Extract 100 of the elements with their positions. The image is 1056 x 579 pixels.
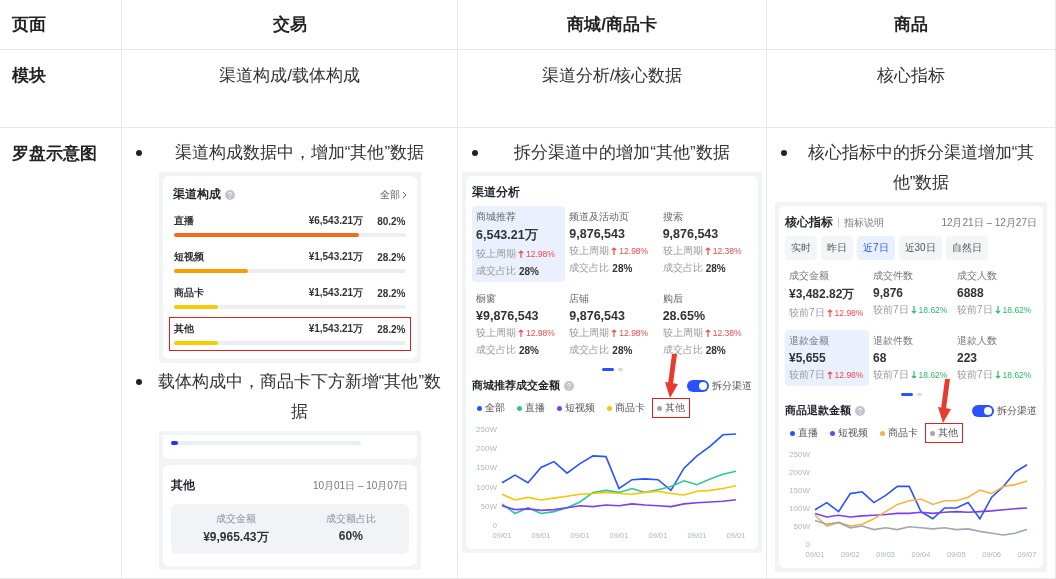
share-value: 28% bbox=[705, 262, 726, 274]
table-cell-text: 渠道分析/核心数据 bbox=[541, 65, 683, 87]
legend-item[interactable]: 直播 bbox=[512, 398, 550, 418]
legend-item[interactable]: 全部 bbox=[472, 398, 510, 418]
card-title: 渠道分析 bbox=[472, 184, 521, 201]
channel-share: 80.2% bbox=[377, 215, 406, 227]
card-title: 渠道构成 bbox=[172, 186, 221, 203]
metric-help-link[interactable]: 指标说明 bbox=[844, 215, 884, 230]
chart-title: 商品退款金额 bbox=[785, 403, 851, 418]
metric-tile[interactable]: 退款金额 ¥5,655 较前7日 12.98% bbox=[785, 330, 869, 386]
legend-item[interactable]: 商品卡 bbox=[602, 398, 650, 418]
metric-tile[interactable]: 退款人数 223 较前7日 18.62% bbox=[953, 330, 1037, 386]
compare-label: 较上周期 bbox=[569, 244, 610, 258]
channel-name: 商品卡 bbox=[173, 286, 204, 300]
change-value: 12.38% bbox=[712, 328, 742, 338]
channel-share: 28.2% bbox=[377, 287, 406, 299]
change-value: 18.62% bbox=[1002, 370, 1032, 380]
page-indicator[interactable] bbox=[601, 368, 614, 371]
compare-label: 较前7日 bbox=[957, 303, 993, 317]
toggle-switch[interactable] bbox=[687, 379, 709, 392]
channel-amount: ¥1,543.21万 bbox=[308, 286, 364, 300]
card-title: 核心指标 bbox=[785, 214, 833, 231]
compare-label: 较前7日 bbox=[873, 303, 909, 317]
legend-item[interactable]: 短视频 bbox=[552, 398, 600, 418]
change-value: 12.38% bbox=[712, 246, 742, 256]
legend-item[interactable]: 商品卡 bbox=[875, 423, 923, 443]
axis-label: 50W bbox=[480, 501, 497, 511]
annotation-arrow bbox=[663, 354, 681, 398]
legend-item[interactable]: 短视频 bbox=[825, 423, 873, 443]
tile-value: ¥3,482.82万 bbox=[789, 286, 856, 303]
metric-tile[interactable]: 频道及活动页 9,876,543 较上周期 12.98% 成交占比 28% bbox=[565, 206, 659, 282]
tile-value: 6888 bbox=[957, 286, 985, 300]
axis-label: 100W bbox=[789, 504, 810, 513]
share-label: 成交占比 bbox=[662, 261, 703, 275]
column-header: 商城/商品卡 bbox=[567, 14, 657, 36]
tile-value: 68 bbox=[873, 351, 888, 365]
bullet-text: 核心指标中的拆分渠道增加“其他”数据 bbox=[806, 142, 1036, 194]
metric-value: 60% bbox=[338, 529, 363, 543]
metric-value: ¥9,965.43万 bbox=[203, 529, 269, 546]
legend-item[interactable]: 其他 bbox=[925, 423, 963, 443]
change-value: 18.62% bbox=[918, 370, 948, 380]
help-icon[interactable] bbox=[855, 405, 865, 416]
metric-tile[interactable]: 店铺 9,876,543 较上周期 12.98% 成交占比 28% bbox=[565, 288, 659, 361]
bullet-text: 载体构成中，商品卡下方新增“其他”数据 bbox=[156, 371, 443, 423]
metric-tile[interactable]: 成交件数 9,876 较前7日 18.62% bbox=[869, 265, 953, 324]
page-indicator[interactable] bbox=[900, 393, 913, 396]
period-tab[interactable]: 昨日 bbox=[821, 236, 853, 260]
metric-tile[interactable]: 橱窗 ¥9,876,543 较上周期 12.98% 成交占比 28% bbox=[472, 288, 566, 361]
change-value: 12.98% bbox=[834, 370, 864, 380]
toggle-label: 拆分渠道 bbox=[712, 378, 752, 393]
metric-tile[interactable]: 搜索 9,876,543 较上周期 12.38% 成交占比 28% bbox=[658, 206, 752, 282]
metric-tile[interactable]: 成交金额 ¥3,482.82万 较前7日 12.98% bbox=[785, 265, 869, 324]
share-value: 28% bbox=[705, 344, 726, 356]
period-tab[interactable]: 近7日 bbox=[857, 236, 895, 260]
card-title: 其他 bbox=[170, 477, 195, 494]
change-value: 12.98% bbox=[619, 328, 649, 338]
bullet-text: 拆分渠道中的增加“其他”数据 bbox=[513, 142, 731, 164]
channel-share: 28.2% bbox=[377, 251, 406, 263]
axis-label: 250W bbox=[789, 450, 810, 459]
share-label: 成交占比 bbox=[569, 261, 610, 275]
tile-value: ¥5,655 bbox=[789, 351, 827, 365]
metric-tile[interactable]: 成交人数 6888 较前7日 18.62% bbox=[953, 265, 1037, 324]
help-icon[interactable] bbox=[564, 380, 574, 391]
period-tab[interactable]: 近30日 bbox=[898, 236, 942, 260]
tile-name: 退款金额 bbox=[789, 334, 830, 348]
annotation-arrow bbox=[936, 379, 954, 423]
toggle-switch[interactable] bbox=[972, 404, 994, 417]
change-value: 18.62% bbox=[1002, 305, 1032, 315]
tile-name: 购后 bbox=[662, 292, 684, 306]
share-label: 成交占比 bbox=[476, 343, 516, 357]
bullet-icon bbox=[472, 150, 478, 156]
period-tab[interactable]: 实时 bbox=[785, 236, 817, 260]
table-cell-text: 渠道构成/载体构成 bbox=[219, 65, 360, 87]
compare-label: 较前7日 bbox=[789, 368, 825, 382]
change-value: 12.98% bbox=[619, 246, 649, 256]
share-label: 成交占比 bbox=[569, 343, 610, 357]
view-all-link[interactable]: 全部 bbox=[379, 187, 407, 202]
column-header: 页面 bbox=[12, 14, 46, 36]
tile-name: 搜索 bbox=[662, 210, 684, 224]
share-value: 28% bbox=[612, 344, 633, 356]
bullet-icon bbox=[136, 150, 142, 156]
legend-item[interactable]: 其他 bbox=[652, 398, 690, 418]
tile-value: 9,876,543 bbox=[662, 227, 720, 241]
tile-name: 成交人数 bbox=[957, 269, 998, 283]
change-value: 12.98% bbox=[526, 328, 555, 338]
tile-name: 店铺 bbox=[569, 292, 591, 306]
tile-value: 28.65% bbox=[662, 309, 707, 323]
legend-item[interactable]: 直播 bbox=[785, 423, 823, 443]
row-label: 模块 bbox=[12, 65, 46, 87]
metric-tile[interactable]: 商城推荐 6,543.21万 较上周期 12.98% 成交占比 28% bbox=[472, 206, 566, 282]
compare-label: 较上周期 bbox=[476, 326, 516, 340]
metric-tile[interactable]: 购后 28.65% 较上周期 12.38% 成交占比 28% bbox=[658, 288, 752, 361]
metric-tile[interactable]: 退款件数 68 较前7日 18.62% bbox=[869, 330, 953, 386]
period-tab[interactable]: 自然日 bbox=[945, 236, 988, 260]
tile-name: 退款人数 bbox=[957, 334, 998, 348]
compare-label: 较前7日 bbox=[873, 368, 909, 382]
chart-title: 商城推荐成交金额 bbox=[472, 378, 560, 393]
help-icon[interactable] bbox=[224, 189, 235, 200]
share-label: 成交占比 bbox=[662, 343, 703, 357]
bullet-icon bbox=[781, 150, 787, 156]
